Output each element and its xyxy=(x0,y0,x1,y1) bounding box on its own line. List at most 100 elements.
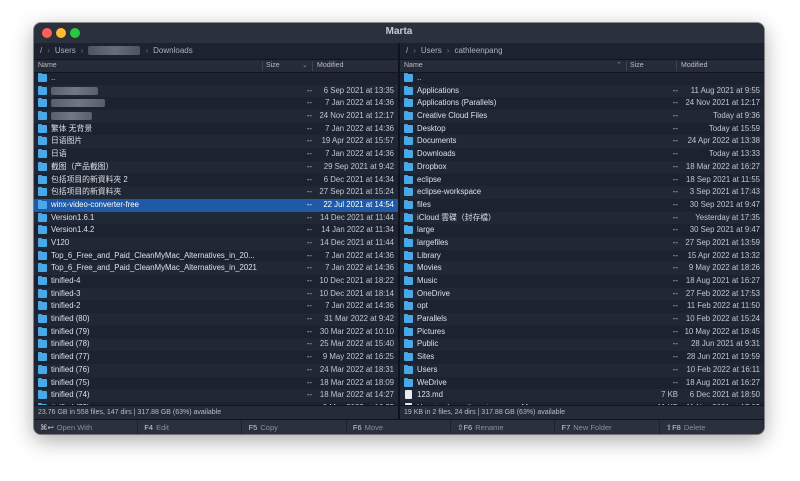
list-item[interactable]: tinified (76) -- 24 Mar 2022 at 18:31 xyxy=(34,363,398,377)
item-name: Top_6_Free_and_Paid_CleanMyMac_Alternati… xyxy=(51,250,255,260)
function-edit-button[interactable]: F4 Edit xyxy=(138,420,243,434)
list-item[interactable]: 包括项目的新資料夾 2 -- 6 Dec 2021 at 14:34 xyxy=(34,174,398,187)
item-modified: 25 Mar 2022 at 15:40 xyxy=(319,339,394,349)
function-move-button[interactable]: F6 Move xyxy=(347,420,451,434)
list-item[interactable]: Movies -- 9 May 2022 at 18:26 xyxy=(400,262,764,275)
item-modified: 18 Mar 2022 at 18:09 xyxy=(319,377,394,387)
function-label: Copy xyxy=(260,423,278,432)
breadcrumb-redacted-user[interactable] xyxy=(88,46,141,56)
list-item[interactable]: iCloud 雲碟（封存檔） -- Yesterday at 17:35 xyxy=(400,211,764,225)
column-name[interactable]: Name xyxy=(38,60,57,72)
list-item[interactable]: .. xyxy=(400,72,764,85)
left-pane[interactable]: / › Users › › Downloads Name Size ⌄ Modified … xyxy=(34,43,398,419)
column-modified[interactable]: Modified xyxy=(317,60,343,72)
list-item[interactable]: Sites -- 28 Jun 2021 at 19:59 xyxy=(400,351,764,364)
column-size[interactable]: Size xyxy=(266,60,280,72)
list-item[interactable]: OneDrive -- 27 Feb 2022 at 17:53 xyxy=(400,287,764,301)
list-item[interactable]: Creative Cloud Files -- Today at 9:36 xyxy=(400,110,764,123)
list-item[interactable]: 包括项目的新資料夾 -- 27 Sep 2021 at 15:24 xyxy=(34,186,398,199)
list-item[interactable]: Applications (Parallels) -- 24 Nov 2021 at… xyxy=(400,97,764,110)
function-new-folder-button[interactable]: F7 New Folder xyxy=(556,420,660,434)
right-pane[interactable]: / › Users › cathleenpang Name ⌃ Size Modifie… xyxy=(400,43,764,419)
list-item[interactable]: Music -- 18 Aug 2021 at 16:27 xyxy=(400,275,764,288)
list-item[interactable]: 123.md 7 KB 6 Dec 2021 at 18:50 xyxy=(400,389,764,402)
function-key: F4 xyxy=(144,423,154,432)
list-item[interactable]: Top_6_Free_and_Paid_CleanMyMac_Alternati… xyxy=(34,250,398,263)
list-item-selected[interactable]: winx-video-converter-free -- 22 Jul 2021 a… xyxy=(34,198,398,212)
breadcrumb-downloads[interactable]: Downloads xyxy=(153,43,193,59)
item-modified: 7 Jan 2022 at 14:36 xyxy=(325,98,394,108)
list-item[interactable]: -- 24 Nov 2021 at 12:17 xyxy=(34,110,398,123)
list-item[interactable]: Public -- 28 Jun 2021 at 9:31 xyxy=(400,338,764,352)
folder-icon xyxy=(404,263,413,273)
list-item[interactable]: 日语图片 -- 19 Apr 2022 at 15:57 xyxy=(34,135,398,149)
list-item[interactable]: Pictures -- 10 May 2022 at 18:45 xyxy=(400,326,764,339)
list-item[interactable]: Version1.6.1 -- 14 Dec 2021 at 11:44 xyxy=(34,211,398,225)
list-item[interactable]: large -- 30 Sep 2021 at 9:47 xyxy=(400,224,764,237)
status-bar: 19 KB in 2 files, 24 dirs | 317.88 GB (6… xyxy=(400,405,764,419)
list-item[interactable]: tinified (80) -- 31 Mar 2022 at 9:42 xyxy=(34,313,398,326)
list-item[interactable]: opt -- 11 Feb 2022 at 11:50 xyxy=(400,300,764,313)
folder-icon xyxy=(38,301,47,311)
item-modified: 14 Dec 2021 at 11:44 xyxy=(320,237,394,247)
folder-icon xyxy=(38,98,47,108)
list-item[interactable]: tinified (77) -- 9 May 2022 at 16:25 xyxy=(34,351,398,364)
column-modified[interactable]: Modified xyxy=(681,60,707,72)
list-item[interactable]: V120 -- 14 Dec 2021 at 11:44 xyxy=(34,236,398,250)
file-list[interactable]: .. Applications -- 11 Aug 2021 at 9:55 Appli… xyxy=(400,72,764,406)
list-item[interactable]: Documents -- 24 Apr 2022 at 13:38 xyxy=(400,135,764,149)
list-item[interactable]: tinified (79) -- 30 Mar 2022 at 10:10 xyxy=(34,326,398,339)
list-item[interactable]: Parallels -- 10 Feb 2022 at 15:24 xyxy=(400,313,764,326)
list-item[interactable]: -- 7 Jan 2022 at 14:36 xyxy=(34,97,398,110)
list-item[interactable]: files -- 30 Sep 2021 at 9:47 xyxy=(400,199,764,212)
item-size: -- xyxy=(672,123,678,133)
item-size: -- xyxy=(306,364,312,374)
list-item[interactable]: Users -- 10 Feb 2022 at 16:11 xyxy=(400,363,764,377)
folder-icon xyxy=(404,237,413,247)
function-label: Open With xyxy=(56,423,93,432)
list-item[interactable]: .. xyxy=(34,72,398,85)
item-modified: 10 Feb 2022 at 16:11 xyxy=(686,364,760,374)
list-item[interactable]: Dropbox -- 18 Mar 2022 at 16:27 xyxy=(400,160,764,174)
item-modified: 6 Dec 2021 at 18:50 xyxy=(689,390,760,400)
list-item[interactable]: Downloads -- Today at 13:33 xyxy=(400,148,764,161)
function-open-with-button[interactable]: ⌘↩ Open With xyxy=(34,420,138,434)
column-size[interactable]: Size xyxy=(630,60,644,72)
folder-icon xyxy=(38,111,47,121)
item-modified: 18 Mar 2022 at 16:27 xyxy=(685,161,760,171)
breadcrumb-home[interactable]: cathleenpang xyxy=(454,43,502,59)
list-item[interactable]: Library -- 15 Apr 2022 at 13:32 xyxy=(400,250,764,263)
list-item[interactable]: 日语 -- 7 Jan 2022 at 14:36 xyxy=(34,148,398,161)
folder-icon xyxy=(404,377,413,387)
item-size: -- xyxy=(306,111,312,121)
breadcrumb-root[interactable]: / xyxy=(40,43,42,59)
item-size: -- xyxy=(672,288,678,298)
list-item[interactable]: eclipse-workspace -- 3 Sep 2021 at 17:43 xyxy=(400,186,764,199)
list-item[interactable]: eclipse -- 18 Sep 2021 at 11:55 xyxy=(400,174,764,187)
list-item[interactable]: Applications -- 11 Aug 2021 at 9:55 xyxy=(400,84,764,98)
folder-icon xyxy=(404,212,413,222)
function-rename-button[interactable]: ⇧F6 Rename xyxy=(451,420,556,434)
column-name[interactable]: Name xyxy=(404,60,423,72)
breadcrumb-root[interactable]: / xyxy=(406,43,408,59)
list-item[interactable]: tinified (74) -- 18 Mar 2022 at 14:27 xyxy=(34,389,398,402)
list-item[interactable]: Desktop -- Today at 15:59 xyxy=(400,123,764,136)
list-item[interactable]: tinified (75) -- 18 Mar 2022 at 18:09 xyxy=(34,377,398,390)
list-item[interactable]: tinified (78) -- 25 Mar 2022 at 15:40 xyxy=(34,338,398,352)
list-item[interactable]: tinified-3 -- 10 Dec 2021 at 18:14 xyxy=(34,287,398,301)
function-copy-button[interactable]: F5 Copy xyxy=(243,420,347,434)
file-list[interactable]: .. -- 6 Sep 2021 at 13:35 -- 7 Jan 2022 at 1… xyxy=(34,72,398,406)
list-item[interactable]: 截图（产品截图） -- 29 Sep 2021 at 9:42 xyxy=(34,160,398,174)
list-item[interactable]: tinified-4 -- 10 Dec 2021 at 18:22 xyxy=(34,275,398,288)
list-item[interactable]: tinified-2 -- 7 Jan 2022 at 14:36 xyxy=(34,300,398,313)
item-name: Pictures xyxy=(417,326,446,336)
list-item[interactable]: Version1.4.2 -- 14 Jan 2022 at 11:34 xyxy=(34,224,398,237)
list-item[interactable]: -- 6 Sep 2021 at 13:35 xyxy=(34,84,398,98)
list-item[interactable]: 繁体 无背景 -- 7 Jan 2022 at 14:36 xyxy=(34,123,398,136)
breadcrumb-users[interactable]: Users xyxy=(421,43,442,59)
list-item[interactable]: largefiles -- 27 Sep 2021 at 13:59 xyxy=(400,236,764,250)
list-item[interactable]: Top_6_Free_and_Paid_CleanMyMac_Alternati… xyxy=(34,262,398,275)
breadcrumb-users[interactable]: Users xyxy=(55,43,76,59)
function-delete-button[interactable]: ⇧F8 Delete xyxy=(660,420,764,434)
list-item[interactable]: WeDrive -- 18 Aug 2021 at 16:27 xyxy=(400,377,764,390)
